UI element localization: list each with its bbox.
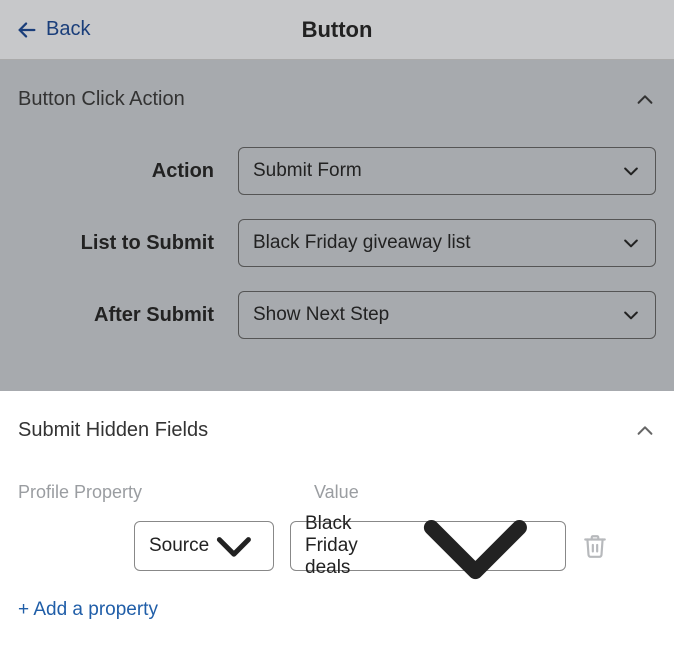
label-after-submit: After Submit: [18, 304, 238, 327]
add-property-button[interactable]: + Add a property: [18, 599, 158, 621]
select-action-value: Submit Form: [253, 160, 362, 182]
label-action: Action: [18, 160, 238, 183]
chevron-up-icon: [634, 89, 656, 111]
back-label: Back: [46, 18, 90, 41]
select-list-to-submit-value: Black Friday giveaway list: [253, 232, 471, 254]
arrow-left-icon: [16, 19, 38, 41]
hidden-field-row: Source Black Friday deals: [18, 521, 656, 571]
select-profile-property[interactable]: Source: [134, 521, 274, 571]
trash-icon[interactable]: [582, 533, 608, 559]
select-hidden-value[interactable]: Black Friday deals: [290, 521, 566, 571]
chevron-up-icon: [634, 420, 656, 442]
chevron-down-icon: [400, 471, 551, 622]
back-button[interactable]: Back: [16, 18, 90, 41]
section-click-action-header[interactable]: Button Click Action: [0, 60, 674, 135]
label-list-to-submit: List to Submit: [18, 232, 238, 255]
hidden-fields-col-headers: Profile Property Value: [18, 482, 656, 503]
hidden-fields-body: Profile Property Value Source Black Frid…: [0, 482, 674, 621]
select-action[interactable]: Submit Form: [238, 147, 656, 195]
panel-title: Button: [0, 17, 674, 43]
chevron-down-icon: [621, 233, 641, 253]
chevron-down-icon: [209, 521, 259, 571]
col-header-property: Profile Property: [18, 482, 314, 503]
section-click-action-title: Button Click Action: [18, 88, 185, 111]
select-list-to-submit[interactable]: Black Friday giveaway list: [238, 219, 656, 267]
row-list-to-submit: List to Submit Black Friday giveaway lis…: [0, 207, 674, 279]
section-click-action: Button Click Action Action Submit Form L…: [0, 60, 674, 391]
select-profile-property-value: Source: [149, 535, 209, 557]
row-action: Action Submit Form: [0, 135, 674, 207]
row-after-submit: After Submit Show Next Step: [0, 279, 674, 351]
section-hidden-fields: Submit Hidden Fields Profile Property Va…: [0, 391, 674, 641]
add-property-label: + Add a property: [18, 599, 158, 621]
chevron-down-icon: [621, 161, 641, 181]
panel-header: Back Button: [0, 0, 674, 60]
select-hidden-value-value: Black Friday deals: [305, 513, 400, 579]
section-hidden-fields-header[interactable]: Submit Hidden Fields: [0, 391, 674, 466]
select-after-submit[interactable]: Show Next Step: [238, 291, 656, 339]
section-hidden-fields-title: Submit Hidden Fields: [18, 419, 208, 442]
select-after-submit-value: Show Next Step: [253, 304, 389, 326]
chevron-down-icon: [621, 305, 641, 325]
